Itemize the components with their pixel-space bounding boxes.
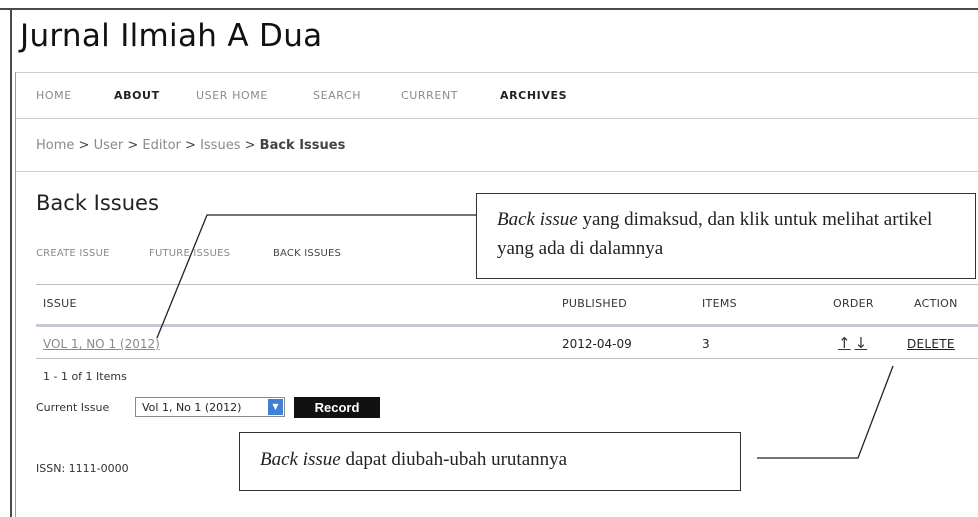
issue-link[interactable]: VOL 1, NO 1 (2012) [43, 337, 160, 351]
chevron-down-icon[interactable]: ▼ [268, 399, 283, 415]
published-date: 2012-04-09 [562, 337, 632, 351]
move-up-icon[interactable]: ↑ [838, 334, 851, 352]
nav-archives[interactable]: ARCHIVES [500, 89, 567, 102]
move-down-icon[interactable]: ↓ [855, 334, 868, 352]
nav-about[interactable]: ABOUT [114, 89, 160, 102]
nav-search[interactable]: SEARCH [313, 89, 361, 102]
create-issue-link[interactable]: CREATE ISSUE [36, 248, 110, 259]
breadcrumb-separator: > [127, 138, 139, 153]
table-row-rule [36, 358, 978, 359]
site-title: Jurnal Ilmiah A Dua [20, 18, 323, 54]
breadcrumb-current: Back Issues [259, 138, 346, 153]
order-controls: ↑ ↓ [838, 334, 871, 352]
issn-text: ISSN: 1111-0000 [36, 462, 129, 475]
column-header-action: ACTION [914, 297, 958, 310]
breadcrumb-separator: > [244, 138, 256, 153]
bottom-leader-line [757, 365, 894, 459]
current-issue-select[interactable]: Vol 1, No 1 (2012) ▼ [135, 397, 285, 417]
frame-left-border [10, 8, 12, 517]
items-count: 3 [702, 337, 710, 351]
back-issues-link[interactable]: BACK ISSUES [273, 248, 341, 259]
current-issue-label: Current Issue [36, 401, 110, 414]
column-header-issue: ISSUE [43, 297, 77, 310]
nav-current[interactable]: CURRENT [401, 89, 458, 102]
annotation-text: dapat diubah-ubah urutannya [340, 449, 568, 470]
breadcrumb-home[interactable]: Home [36, 138, 74, 153]
top-leader-line [156, 214, 476, 339]
nav-home[interactable]: HOME [36, 89, 72, 102]
breadcrumb-editor[interactable]: Editor [142, 138, 180, 153]
annotation-back-issue-click: Back issue yang dimaksud, dan klik untuk… [476, 193, 976, 279]
main-nav: HOME ABOUT USER HOME SEARCH CURRENT ARCH… [16, 72, 978, 119]
frame-top-border [0, 8, 978, 10]
column-header-order: ORDER [833, 297, 874, 310]
breadcrumb-separator: > [78, 138, 90, 153]
breadcrumb-user[interactable]: User [94, 138, 124, 153]
pagination-summary: 1 - 1 of 1 Items [43, 370, 127, 383]
annotation-back-issue-order: Back issue dapat diubah-ubah urutannya [239, 432, 741, 491]
page-title: Back Issues [36, 191, 159, 215]
frame-inner-left-border [15, 72, 16, 517]
current-issue-value: Vol 1, No 1 (2012) [142, 401, 242, 414]
table-header-rule [36, 324, 978, 327]
column-header-published: PUBLISHED [562, 297, 627, 310]
breadcrumb: Home > User > Editor > Issues > Back Iss… [36, 138, 345, 153]
table-top-rule [36, 284, 978, 285]
annotation-emphasis: Back issue [260, 449, 341, 470]
annotation-emphasis: Back issue [497, 209, 578, 230]
delete-link[interactable]: DELETE [907, 337, 955, 351]
record-button[interactable]: Record [294, 397, 380, 418]
breadcrumb-divider [16, 171, 978, 172]
nav-user-home[interactable]: USER HOME [196, 89, 268, 102]
column-header-items: ITEMS [702, 297, 737, 310]
breadcrumb-separator: > [185, 138, 196, 153]
future-issues-link[interactable]: FUTURE ISSUES [149, 248, 230, 259]
breadcrumb-issues[interactable]: Issues [200, 138, 240, 153]
